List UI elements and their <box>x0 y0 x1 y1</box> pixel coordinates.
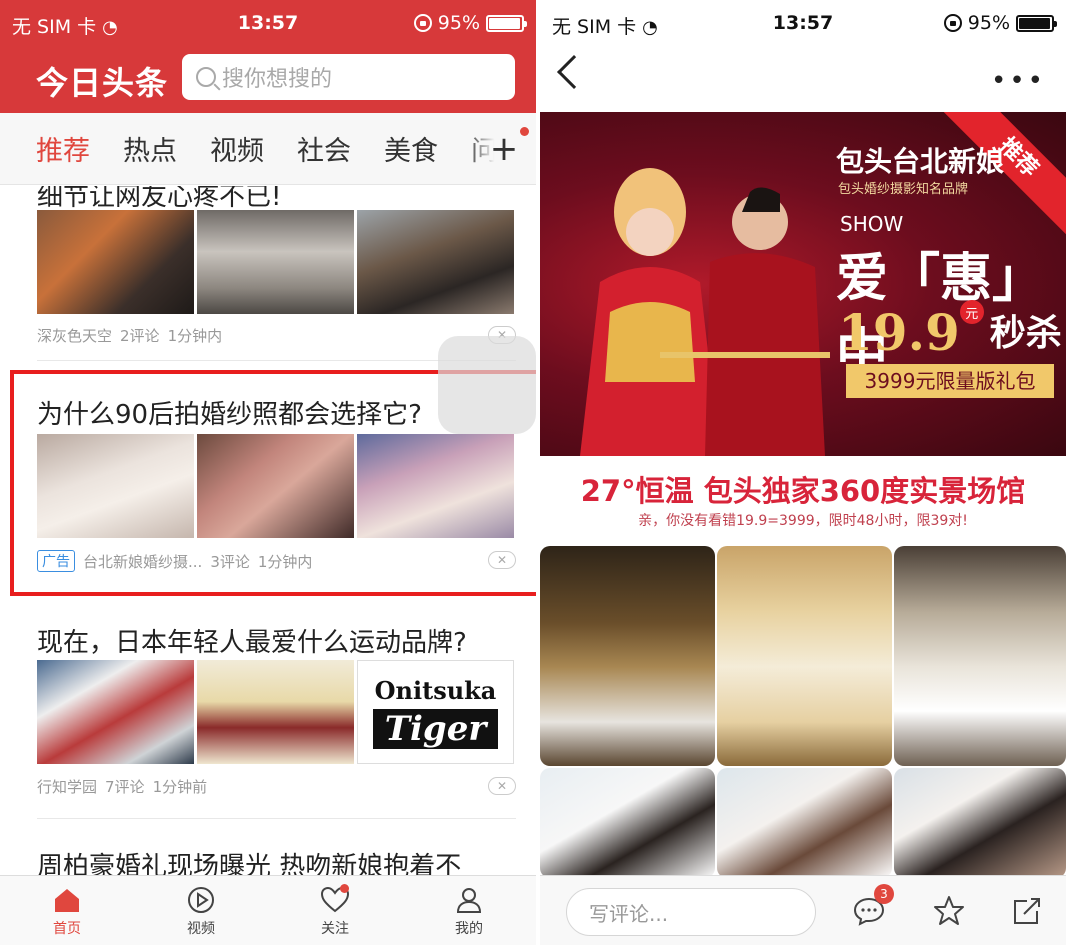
back-icon[interactable] <box>557 55 591 89</box>
app-logo[interactable]: 今日头条 <box>36 58 168 104</box>
flash-sale-label: 秒杀 <box>989 313 1062 354</box>
promo-title: 27°恒温 包头独家360度实景场馆 <box>580 474 1026 508</box>
nav-video[interactable]: 视频 <box>134 876 268 945</box>
dismiss-button[interactable]: ✕ <box>488 777 516 795</box>
wedding-photo[interactable] <box>717 546 892 766</box>
article-source: 行知学园 <box>37 778 98 796</box>
publish-time: 1分钟前 <box>152 778 208 796</box>
nav-label: 我的 <box>455 920 483 937</box>
onitsuka-tiger-logo[interactable]: Onitsuka Tiger <box>357 660 514 764</box>
banner-brand-sub: 包头婚纱摄影知名品牌 <box>838 182 969 197</box>
nav-label: 首页 <box>53 920 81 937</box>
rotation-lock-icon <box>413 14 432 32</box>
article-source: 深灰色天空 <box>37 327 113 345</box>
wedding-photo[interactable] <box>540 546 715 766</box>
wedding-photo[interactable] <box>717 768 892 878</box>
tab-video[interactable]: 视频 <box>210 129 264 168</box>
nav-label: 视频 <box>187 920 215 937</box>
couple-photo <box>580 168 830 456</box>
thumbnail-image[interactable] <box>197 660 354 764</box>
battery-indicator: 95% <box>413 12 527 34</box>
wedding-photo-grid <box>540 546 1066 878</box>
video-icon <box>188 886 214 913</box>
notification-dot <box>340 884 349 893</box>
bottom-tab-bar: 首页 视频 关注 我的 <box>0 875 536 945</box>
battery-percent: 95% <box>967 12 1010 34</box>
banner-price: 19.9 <box>838 303 960 362</box>
app-header: 无 SIM 卡 ◔ 13:57 95% 今日头条 搜你想搜的 <box>0 0 536 113</box>
article-meta: 深灰色天空 2评论 1分钟内 <box>37 325 222 346</box>
banner-price-row: 19.9 元 秒杀 <box>838 300 1062 362</box>
thumbnail-image[interactable] <box>357 210 514 314</box>
tab-hot[interactable]: 热点 <box>123 129 177 168</box>
status-bar: 无 SIM 卡 ◔ 13:57 95% <box>540 0 1066 46</box>
search-input[interactable]: 搜你想搜的 <box>182 54 515 100</box>
banner-show: SHOW <box>840 212 904 236</box>
nav-label: 关注 <box>321 920 349 937</box>
search-icon <box>196 67 216 87</box>
tab-recommend[interactable]: 推荐 <box>36 129 90 168</box>
nav-profile[interactable]: 我的 <box>402 876 536 945</box>
plus-icon: + <box>489 129 519 169</box>
tab-food[interactable]: 美食 <box>384 129 438 168</box>
battery-icon <box>1016 14 1057 32</box>
yuan-badge: 元 <box>959 300 984 324</box>
comment-count: 2评论 <box>120 327 160 345</box>
comment-input[interactable]: 写评论... <box>566 888 816 936</box>
star-icon[interactable] <box>932 894 966 928</box>
status-bar: 无 SIM 卡 ◔ 13:57 95% <box>0 0 536 46</box>
banner-brand: 包头台北新娘 <box>836 145 1005 178</box>
article-title[interactable]: 现在，日本年轻人最爱什么运动品牌? <box>37 622 467 659</box>
logo-text-onitsuka: Onitsuka <box>374 675 497 705</box>
article-title[interactable]: 周柏豪婚礼现场曝光 热吻新娘抱着不 <box>37 846 461 876</box>
share-icon[interactable] <box>1010 894 1044 928</box>
notification-dot <box>520 127 529 136</box>
battery-indicator: 95% <box>943 12 1057 34</box>
wedding-photo[interactable] <box>894 768 1066 878</box>
home-icon <box>55 888 79 912</box>
assistive-touch-button[interactable] <box>438 336 536 434</box>
logo-text-tiger: Tiger <box>372 708 499 749</box>
promo-subtitle: 亲，你没有看错19.9=3999，限时48小时，限39对! <box>638 513 968 529</box>
close-icon: ✕ <box>496 779 508 793</box>
ad-landing-screen: 无 SIM 卡 ◔ 13:57 95% ••• 推荐 包头台北新娘 包头婚纱摄影知… <box>540 0 1066 945</box>
channel-tabs: 推荐 热点 视频 社会 美食 问答 + <box>0 113 536 185</box>
wedding-photo[interactable] <box>540 768 715 878</box>
limited-package-label: 3999元限量版礼包 <box>846 364 1054 398</box>
nav-follow[interactable]: 关注 <box>268 876 402 945</box>
promo-banner[interactable]: 推荐 包头台北新娘 包头婚纱摄影知名品牌 SHOW 爱「惠」中 19.9 元 秒… <box>540 112 1066 456</box>
tab-society[interactable]: 社会 <box>297 129 351 168</box>
publish-time: 1分钟内 <box>167 327 223 345</box>
thumbnail-image[interactable] <box>37 660 194 764</box>
add-channel-button[interactable]: + <box>472 113 536 184</box>
profile-icon <box>456 887 482 913</box>
nav-home[interactable]: 首页 <box>0 876 134 945</box>
divider <box>37 818 516 819</box>
thumbnail-image[interactable] <box>197 210 354 314</box>
comment-count-badge: 3 <box>874 884 894 904</box>
more-icon[interactable]: ••• <box>991 66 1046 96</box>
rotation-lock-icon <box>943 14 962 32</box>
comment-count: 7评论 <box>105 778 145 796</box>
search-placeholder: 搜你想搜的 <box>222 67 333 92</box>
battery-icon <box>486 14 527 32</box>
article-thumbnails <box>37 210 514 314</box>
article-title[interactable]: 细节让网友心疼不已! <box>37 186 281 213</box>
article-thumbnails: Onitsuka Tiger <box>37 660 514 764</box>
thumbnail-image[interactable] <box>37 210 194 314</box>
comment-toolbar: 写评论... 3 <box>540 875 1066 945</box>
wedding-photo[interactable] <box>894 546 1066 766</box>
battery-percent: 95% <box>437 12 480 34</box>
toutiao-feed-screen: 无 SIM 卡 ◔ 13:57 95% 今日头条 搜你想搜的 推荐 热点 视频 社… <box>0 0 536 945</box>
article-meta: 行知学园 7评论 1分钟前 <box>37 776 207 797</box>
